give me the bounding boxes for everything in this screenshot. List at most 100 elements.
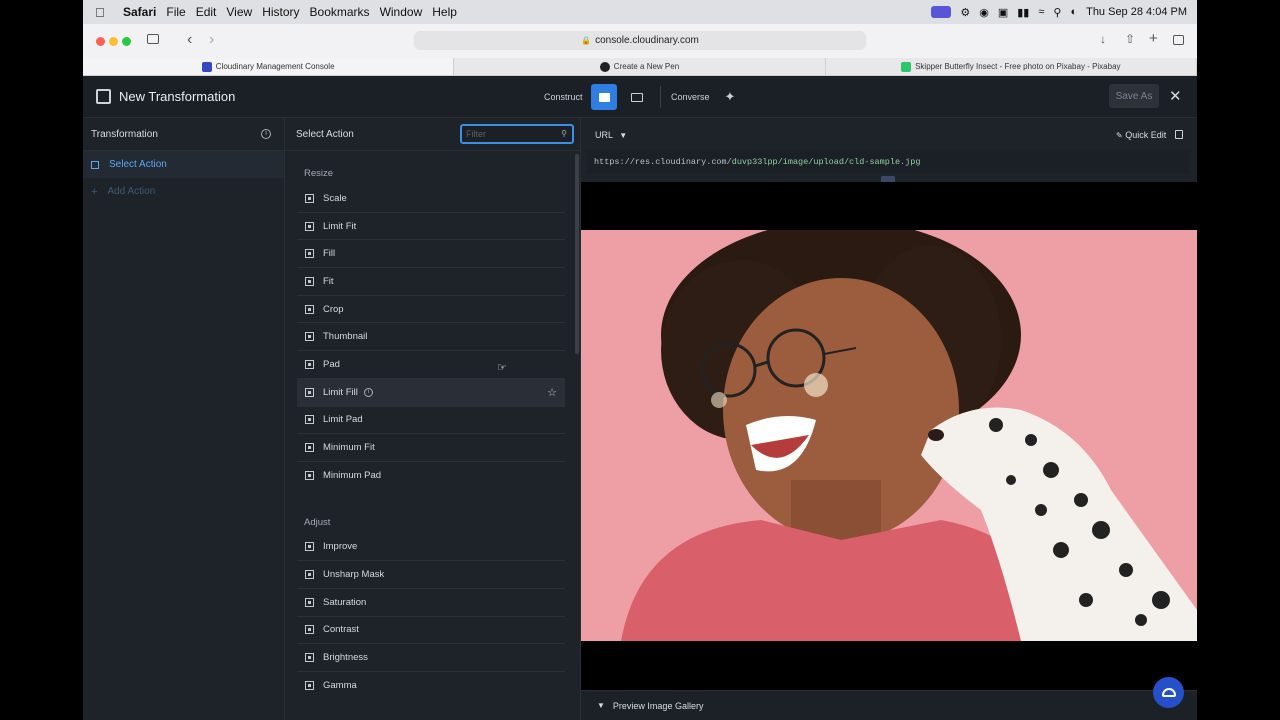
menu-window[interactable]: Window bbox=[380, 5, 423, 19]
film-icon bbox=[631, 92, 643, 102]
action-improve[interactable]: Improve bbox=[297, 534, 565, 562]
converse-label[interactable]: Converse bbox=[671, 92, 710, 102]
control-center-icon[interactable]: ◐ bbox=[1070, 6, 1077, 18]
section-adjust: Adjust bbox=[304, 516, 331, 528]
action-icon bbox=[305, 625, 314, 635]
action-limit-fit[interactable]: Limit Fit bbox=[297, 213, 565, 241]
header-divider bbox=[660, 86, 661, 108]
gear-icon[interactable]: ⚙ bbox=[960, 6, 970, 19]
action-thumbnail[interactable]: Thumbnail bbox=[297, 323, 565, 352]
address-bar[interactable]: 🔒 console.cloudinary.com bbox=[414, 31, 866, 50]
action-icon bbox=[305, 221, 314, 231]
menu-edit[interactable]: Edit bbox=[196, 5, 217, 19]
action-fit[interactable]: Fit bbox=[297, 268, 565, 296]
action-label: Pad bbox=[323, 358, 340, 370]
cloudinary-favicon-icon bbox=[201, 61, 212, 72]
action-pad[interactable]: Pad ☞ bbox=[297, 351, 565, 379]
action-icon bbox=[305, 471, 314, 481]
image-icon bbox=[598, 92, 610, 102]
action-unsharp-mask[interactable]: Unsharp Mask bbox=[297, 561, 565, 589]
action-limit-fill[interactable]: Limit Fill i ☆ bbox=[297, 378, 565, 407]
image-mode-button[interactable] bbox=[591, 84, 617, 110]
action-label: Gamma bbox=[323, 680, 357, 692]
select-action-step[interactable]: Select Action bbox=[83, 151, 284, 178]
camera-icon[interactable]: ◉ bbox=[979, 6, 989, 19]
action-saturation[interactable]: Saturation bbox=[297, 589, 565, 617]
menu-bookmarks[interactable]: Bookmarks bbox=[310, 5, 370, 19]
menu-app[interactable]: Safari bbox=[123, 5, 156, 19]
format-label: URL bbox=[595, 130, 613, 140]
tab-label: Cloudinary Management Console bbox=[215, 62, 335, 71]
action-icon bbox=[305, 443, 314, 453]
app-header: New Transformation Construct Converse ✦ … bbox=[83, 76, 1197, 118]
forward-icon[interactable]: › bbox=[209, 31, 214, 49]
record-icon[interactable]: ▣ bbox=[998, 6, 1008, 19]
star-icon[interactable]: ☆ bbox=[547, 386, 557, 399]
support-chat-button[interactable] bbox=[1153, 677, 1184, 708]
filter-input[interactable]: Filter ⚲ bbox=[460, 124, 574, 144]
close-icon[interactable]: ✕ bbox=[1169, 87, 1182, 105]
menu-help[interactable]: Help bbox=[432, 5, 457, 19]
search-icon: ⚲ bbox=[561, 129, 567, 138]
action-minimum-fit[interactable]: Minimum Fit bbox=[297, 434, 565, 462]
menu-view[interactable]: View bbox=[226, 5, 252, 19]
back-icon[interactable]: ‹ bbox=[187, 31, 192, 49]
video-mode-button[interactable] bbox=[624, 84, 650, 110]
menu-history[interactable]: History bbox=[262, 5, 299, 19]
action-limit-pad[interactable]: Limit Pad bbox=[297, 407, 565, 435]
add-action-button[interactable]: + Add Action bbox=[83, 178, 284, 205]
minimize-window-icon[interactable] bbox=[109, 37, 118, 46]
action-brightness[interactable]: Brightness bbox=[297, 644, 565, 672]
ai-sparkle-button[interactable]: ✦ bbox=[717, 84, 743, 110]
action-icon bbox=[305, 415, 314, 425]
action-icon bbox=[305, 653, 314, 663]
address-text: console.cloudinary.com bbox=[595, 35, 699, 46]
format-dropdown[interactable]: URL ▼ bbox=[595, 130, 627, 140]
info-icon[interactable]: i bbox=[363, 387, 373, 397]
quick-edit-label: Quick Edit bbox=[1125, 130, 1167, 140]
apple-icon[interactable]:  bbox=[95, 5, 109, 20]
gallery-toggle[interactable]: ▼ Preview Image Gallery bbox=[581, 690, 1197, 720]
action-icon bbox=[305, 332, 314, 342]
clock[interactable]: Thu Sep 28 4:04 PM bbox=[1086, 6, 1187, 18]
construct-label[interactable]: Construct bbox=[544, 92, 583, 102]
close-window-icon[interactable] bbox=[96, 37, 105, 46]
action-icon bbox=[305, 597, 314, 607]
tab-overview-icon[interactable] bbox=[1173, 35, 1184, 45]
tab-cloudinary[interactable]: Cloudinary Management Console bbox=[83, 58, 455, 75]
status-icons: ⚙ ◉ ▣ ▮▮ ≈ ⚲ ◐ Thu Sep 28 4:04 PM bbox=[931, 0, 1187, 24]
screen-share-icon[interactable] bbox=[931, 6, 952, 18]
battery-icon[interactable]: ▮▮ bbox=[1017, 6, 1029, 19]
filter-placeholder: Filter bbox=[466, 129, 486, 139]
action-contrast[interactable]: Contrast bbox=[297, 617, 565, 645]
action-label: Contrast bbox=[323, 624, 359, 636]
image-preview bbox=[581, 182, 1197, 690]
menu-file[interactable]: File bbox=[166, 5, 185, 19]
action-fill[interactable]: Fill bbox=[297, 240, 565, 269]
wifi-icon[interactable]: ≈ bbox=[1038, 6, 1044, 18]
action-crop[interactable]: Crop bbox=[297, 296, 565, 324]
action-label: Limit Pad bbox=[323, 414, 363, 426]
scrollbar[interactable] bbox=[575, 154, 579, 354]
zoom-window-icon[interactable] bbox=[122, 37, 131, 46]
section-resize: Resize bbox=[304, 168, 334, 179]
quick-edit-button[interactable]: ✎ Quick Edit bbox=[1116, 130, 1166, 140]
action-minimum-pad[interactable]: Minimum Pad bbox=[297, 462, 565, 490]
action-scale[interactable]: Scale bbox=[297, 185, 565, 213]
transformation-url[interactable]: https://res.cloudinary.com/duvp33lpp/ima… bbox=[587, 151, 1189, 173]
sidebar-icon[interactable] bbox=[147, 34, 159, 44]
tab-pixabay[interactable]: Skipper Butterfly Insect - Free photo on… bbox=[826, 58, 1197, 75]
new-tab-icon[interactable]: + bbox=[1149, 30, 1158, 47]
tab-label: Create a New Pen bbox=[613, 62, 680, 71]
action-gamma[interactable]: Gamma bbox=[297, 672, 565, 700]
info-icon[interactable]: i bbox=[261, 129, 271, 139]
share-icon[interactable]: ⇧ bbox=[1125, 32, 1135, 46]
search-icon[interactable]: ⚲ bbox=[1053, 6, 1061, 19]
preview-header: URL ▼ ✎ Quick Edit bbox=[581, 118, 1197, 151]
sparkle-icon: ✦ bbox=[724, 89, 736, 104]
copy-icon[interactable] bbox=[1175, 130, 1183, 139]
save-as-button[interactable]: Save As bbox=[1109, 84, 1159, 108]
tab-codepen[interactable]: Create a New Pen bbox=[454, 58, 826, 75]
download-icon[interactable]: ↓ bbox=[1100, 32, 1106, 46]
action-label: Limit Fill bbox=[323, 386, 358, 398]
